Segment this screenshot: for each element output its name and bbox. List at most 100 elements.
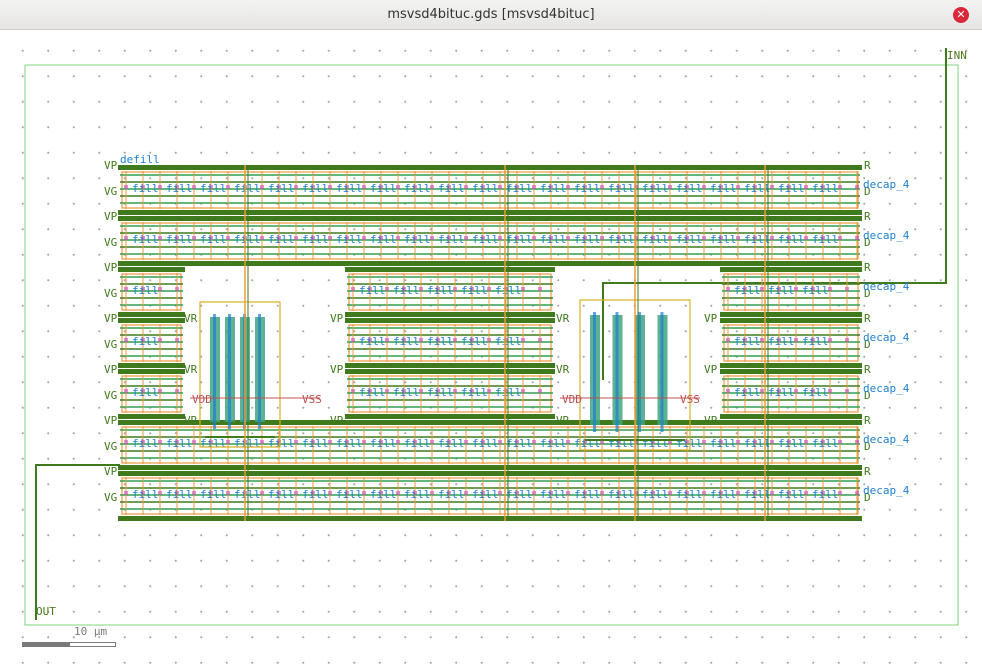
power-rail [345,267,555,272]
power-rail [118,216,862,221]
contact [385,338,389,342]
vpwr-label-inner: VR [556,414,570,427]
vpwr-label-inner: VP [704,414,718,427]
contact [351,287,355,291]
contact [260,236,264,240]
decap-label-right: decap_4 [863,331,910,344]
ground-rail [720,312,862,317]
fill-cell-label: fill [574,488,601,501]
layout-canvas[interactable]: fill fill fill fill fill fill fill fill fill fill… [0,30,982,665]
fill-cell-label: fill [438,488,465,501]
vss-label-left: VSS [302,393,322,406]
fill-cell-label: fill [642,437,669,450]
contact [124,236,128,240]
contact [566,185,570,189]
contact [430,236,434,240]
contact [158,338,162,342]
contact [521,287,525,291]
window-title: msvsd4bituc.gds [msvsd4bituc] [387,7,595,22]
contact [226,491,230,495]
power-rail [345,369,555,374]
contact [794,389,798,393]
fill-cell-label: fill [778,488,805,501]
fill-cell-label: fill [427,284,454,297]
contact [192,185,196,189]
contact [600,236,604,240]
fill-cell-label: fill [302,488,329,501]
pin-label-inn: INN [947,49,967,62]
decap-label-right: decap_4 [863,229,910,242]
contact [760,287,764,291]
contact [770,185,774,189]
contact [124,389,128,393]
fill-cell-label: fill [200,182,227,195]
ground-rail [720,363,862,368]
vpwr-label-right: R [864,363,871,376]
transistor-gate [258,314,261,429]
fill-cell-label: fill [812,182,839,195]
power-rail [118,318,185,323]
fill-cell-label: fill [427,335,454,348]
decap-label-right: decap_4 [863,484,910,497]
contact [226,440,230,444]
fill-cell-label: fill [268,488,295,501]
fill-cell-label: fill [336,488,363,501]
contact [362,491,366,495]
fill-cell-label: fill [393,284,420,297]
contact [770,491,774,495]
vdd-label-left: VDD [192,393,212,406]
ground-rail [118,210,862,215]
vdd-label-right: VDD [562,393,582,406]
contact [124,338,128,342]
vpwr-label-inner: VP [704,363,718,376]
vpwr-label-inner: VR [556,363,570,376]
fill-cell-label: fill [359,335,386,348]
fill-cell-label: fill [676,488,703,501]
contact [760,338,764,342]
ground-rail [345,363,555,368]
vpwr-label: VP [104,363,118,376]
vgnd-label: VG [104,338,117,351]
fill-cell-label: fill [438,437,465,450]
fill-cell-label: fill [472,437,499,450]
contact [328,440,332,444]
fill-cell-label: fill [132,284,159,297]
contact [855,236,859,240]
contact [328,491,332,495]
fill-cell-label: fill [710,182,737,195]
fill-cell-label: fill [768,386,795,399]
fill-cell-label: fill [506,182,533,195]
vpwr-label-inner: VR [184,312,198,325]
fill-cell-label: fill [132,386,159,399]
contact [328,236,332,240]
fill-cell-label: fill [404,488,431,501]
fill-cell-label: fill [438,233,465,246]
fill-cell-label: fill [461,335,488,348]
fill-cell-label: fill [642,182,669,195]
close-icon[interactable]: ✕ [953,7,969,23]
fill-cell-label: fill [744,182,771,195]
contact [396,185,400,189]
contact [538,287,542,291]
vpwr-label: VP [104,465,118,478]
ground-rail [118,363,185,368]
fill-cell-label: fill [710,488,737,501]
fill-cell-label: fill [540,182,567,195]
contact [487,338,491,342]
contact [158,185,162,189]
contact [532,185,536,189]
contact [362,236,366,240]
fill-cell-label: fill [472,488,499,501]
fill-cell-label: fill [234,182,261,195]
fill-cell-label: fill [200,437,227,450]
vpwr-label-inner: VR [556,312,570,325]
vpwr-label: VP [104,261,118,274]
vpwr-label-right: R [864,465,871,478]
fill-cell-label: fill [778,437,805,450]
fill-cell-label: fill [438,182,465,195]
fill-cell-label: fill [370,182,397,195]
contact [192,440,196,444]
fill-cell-label: fill [461,386,488,399]
ground-rail [118,312,185,317]
fill-cell-label: fill [370,233,397,246]
